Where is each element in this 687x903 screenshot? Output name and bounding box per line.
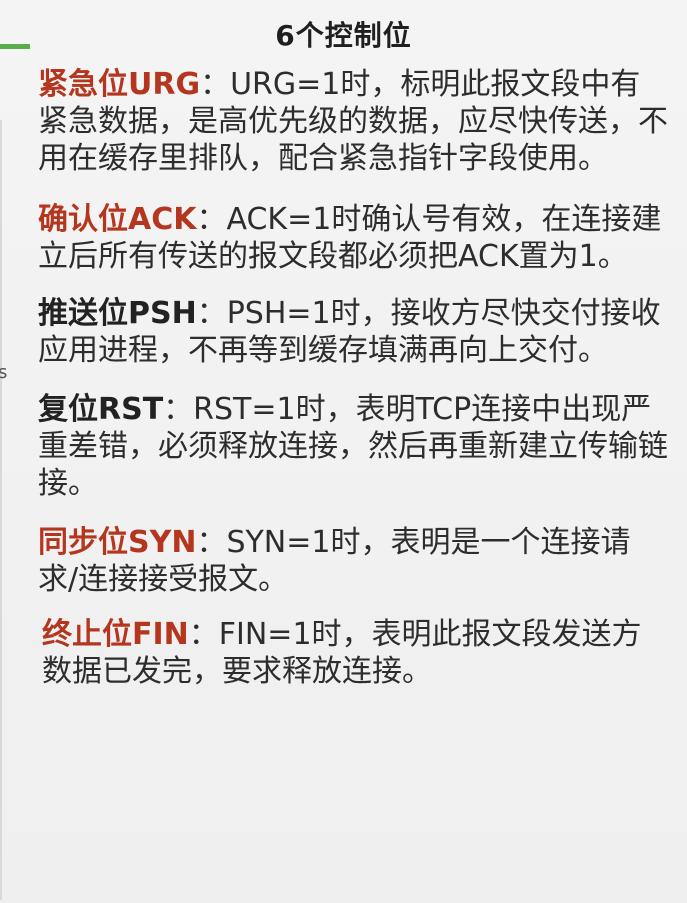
control-bit-urg: 紧急位URG：URG=1时，标明此报文段中有紧急数据，是高优先级的数据，应尽快传… xyxy=(38,66,668,177)
control-bit-rst: 复位RST：RST=1时，表明TCP连接中出现严重差错，必须释放连接，然后再重新… xyxy=(38,391,668,502)
control-bit-label: 复位RST xyxy=(38,392,164,427)
label-separator: ： xyxy=(200,67,231,102)
slide-title: 6个控制位 xyxy=(275,19,412,52)
left-edge-divider xyxy=(0,120,2,900)
control-bit-label: 紧急位URG xyxy=(38,67,201,102)
label-separator: ： xyxy=(196,525,227,560)
control-bit-label: 确认位ACK xyxy=(38,202,197,237)
label-separator: ： xyxy=(196,202,227,237)
control-bit-label: 推送位PSH xyxy=(38,296,197,331)
edge-glyph: s xyxy=(0,362,8,383)
control-bit-label: 同步位SYN xyxy=(38,525,197,560)
control-bit-fin: 终止位FIN：FIN=1时，表明此报文段发送方数据已发完，要求释放连接。 xyxy=(38,616,668,690)
control-bit-syn: 同步位SYN：SYN=1时，表明是一个连接请求/连接接受报文。 xyxy=(38,524,668,598)
label-separator: ： xyxy=(196,296,227,331)
control-bit-ack: 确认位ACK：ACK=1时确认号有效，在连接建立后所有传送的报文段都必须把ACK… xyxy=(38,201,668,275)
control-bit-psh: 推送位PSH：PSH=1时，接收方尽快交付接收应用进程，不再等到缓存填满再向上交… xyxy=(38,295,668,369)
label-separator: ： xyxy=(163,392,194,427)
control-bit-label: 终止位FIN xyxy=(42,617,189,652)
control-bits-list: 紧急位URG：URG=1时，标明此报文段中有紧急数据，是高优先级的数据，应尽快传… xyxy=(38,66,668,690)
label-separator: ： xyxy=(188,617,219,652)
slide: s 6个控制位 紧急位URG：URG=1时，标明此报文段中有紧急数据，是高优先级… xyxy=(0,0,687,903)
